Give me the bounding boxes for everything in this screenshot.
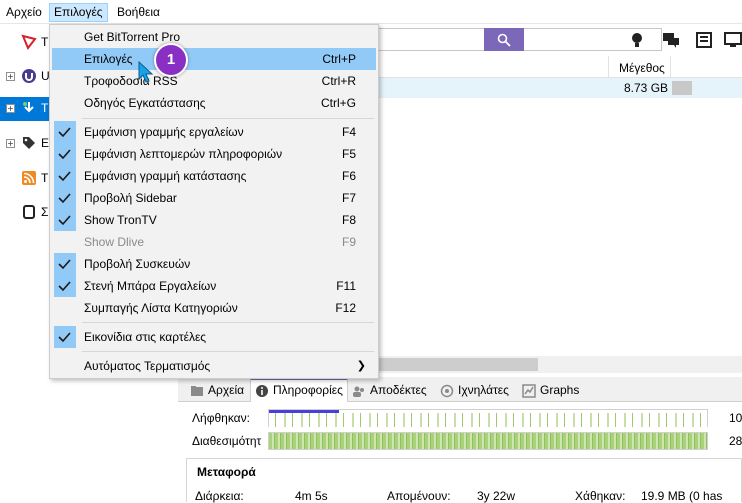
menu-item-show-dlive: Show Dlive F9: [84, 235, 356, 249]
menu-item-show-devices[interactable]: Προβολή Συσκευών: [52, 253, 376, 275]
rss-icon: [22, 171, 36, 185]
menu-item-show-statusbar[interactable]: Εμφάνιση γραμμή κατάστασης F6: [52, 165, 376, 187]
menu-item-show-trontv[interactable]: Show TronTV F8: [52, 209, 376, 231]
info-icon: [256, 385, 268, 397]
expand-icon[interactable]: +: [6, 139, 15, 148]
menu-item-setup-guide[interactable]: Οδηγός Εγκατάστασης Ctrl+G: [52, 92, 376, 114]
checkmark-icon: [58, 127, 71, 138]
checkmark-icon: [58, 171, 71, 182]
remaining-label: Απομένουν:: [387, 489, 451, 503]
tab-graphs[interactable]: Graphs: [518, 380, 583, 402]
chevron-right-icon: ❯: [356, 360, 366, 372]
tab-info[interactable]: Πληροφορίες: [250, 378, 348, 402]
downloaded-bar: [268, 409, 708, 427]
peers-icon: [353, 386, 364, 397]
checkmark-icon: [58, 332, 71, 343]
options-dropdown-menu: Get BitTorrent Pro Επιλογές Ctrl+P Τροφο…: [49, 24, 379, 379]
expand-icon[interactable]: +: [6, 104, 15, 113]
duration-value: 4m 5s: [295, 489, 328, 503]
wasted-label: Χάθηκαν:: [575, 489, 626, 503]
transfer-section: Μεταφορά Διάρκεια: 4m 5s Απομένουν: 3y 2…: [186, 458, 742, 503]
menu-options[interactable]: Επιλογές: [49, 3, 108, 22]
tab-trackers[interactable]: Ιχνηλάτες: [436, 380, 513, 402]
menu-item-show-toolbar[interactable]: Εμφάνιση γραμμής εργαλείων F4: [52, 121, 376, 143]
menu-item-auto-shutdown[interactable]: Αυτόματος Τερματισμός ❯: [52, 355, 376, 377]
sidebar-item-label: T: [41, 35, 49, 49]
wasted-value: 19.9 MB (0 has: [641, 489, 723, 503]
device-icon: [23, 205, 35, 219]
sidebar-item-label: T: [41, 171, 49, 185]
menu-item-preferences[interactable]: Επιλογές Ctrl+P: [52, 48, 376, 70]
mouse-cursor-icon: [138, 61, 154, 83]
sidebar-item-label: Σ: [41, 205, 49, 219]
checkmark-icon: [58, 149, 71, 160]
monitor-icon[interactable]: [724, 31, 742, 49]
menu-separator: [82, 322, 374, 323]
downloaded-label: Λήφθηκαν:: [192, 411, 250, 425]
menu-item-tab-icons[interactable]: Εικονίδια στις καρτέλες: [52, 326, 376, 348]
chat-icon[interactable]: [662, 31, 680, 49]
progress-bar: [672, 81, 692, 95]
torrent-size: 8.73 GB: [624, 81, 669, 95]
search-button[interactable]: [484, 28, 524, 51]
checkmark-icon: [58, 215, 71, 226]
menu-item-get-pro[interactable]: Get BitTorrent Pro: [52, 26, 376, 48]
checkmark-icon: [58, 281, 71, 292]
size-column-header[interactable]: Μέγεθος: [619, 61, 665, 75]
menu-bar: Αρχείο Επιλογές Βοήθεια: [0, 0, 742, 24]
detail-tabs: Αρχεία Πληροφορίες Αποδέκτες Ιχνηλάτες G…: [178, 377, 742, 402]
step-badge: 1: [154, 43, 188, 77]
menu-item-compact-category-list[interactable]: Συμπαγής Λίστα Κατηγοριών F12: [52, 297, 376, 319]
torrents-icon: [23, 102, 34, 113]
menu-separator: [82, 351, 374, 352]
availability-bar: [268, 432, 708, 450]
trackers-icon: [440, 384, 454, 398]
checkmark-icon: [58, 193, 71, 204]
tab-files[interactable]: Αρχεία: [186, 380, 248, 402]
menu-item-narrow-toolbar[interactable]: Στενή Μπάρα Εργαλείων F11: [52, 275, 376, 297]
search-icon: [497, 33, 511, 47]
utorrent-icon: [22, 69, 36, 83]
lightbulb-icon[interactable]: [628, 31, 646, 49]
graphs-icon: [522, 384, 536, 398]
availability-label: Διαθεσιμότητ: [192, 434, 262, 448]
info-panel: Λήφθηκαν: 10 Διαθεσιμότητ 28 Μεταφορά Δι…: [178, 402, 742, 503]
menu-separator: [82, 118, 374, 119]
menu-item-show-sidebar[interactable]: Προβολή Sidebar F7: [52, 187, 376, 209]
menu-item-show-details[interactable]: Εμφάνιση λεπτομερών πληροφοριών F5: [52, 143, 376, 165]
checkmark-icon: [58, 259, 71, 270]
files-icon: [191, 386, 203, 396]
remote-icon[interactable]: [695, 31, 713, 49]
tron-icon: [21, 34, 37, 50]
tag-icon: [23, 137, 35, 149]
availability-value: 28: [729, 434, 742, 448]
sidebar-item-label: T: [41, 101, 49, 115]
tab-peers[interactable]: Αποδέκτες: [348, 380, 431, 402]
duration-label: Διάρκεια:: [195, 489, 244, 503]
menu-help[interactable]: Βοήθεια: [113, 3, 164, 22]
downloaded-value: 10: [729, 411, 742, 425]
remaining-value: 3y 22w: [477, 489, 516, 503]
sidebar-item-label: E: [41, 136, 50, 150]
menu-item-rss-feed[interactable]: Τροφοδοσία RSS Ctrl+R: [52, 70, 376, 92]
transfer-title: Μεταφορά: [197, 465, 256, 479]
expand-icon[interactable]: +: [6, 72, 15, 81]
menu-file[interactable]: Αρχείο: [2, 3, 46, 22]
